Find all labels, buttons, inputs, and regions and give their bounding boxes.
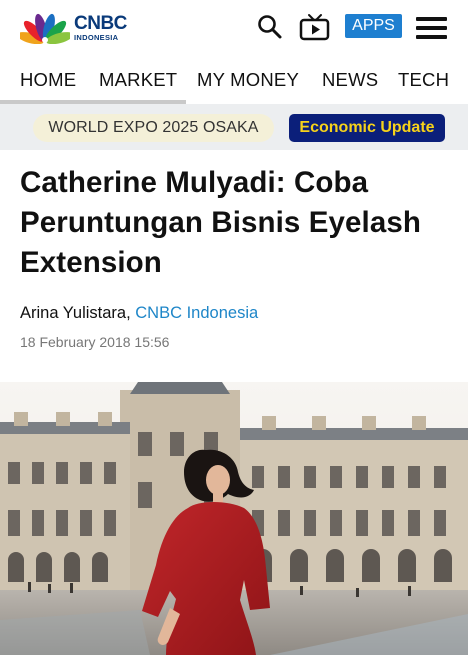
peacock-icon xyxy=(20,13,70,44)
article-byline: Arina Yulistara, CNBC Indonesia xyxy=(20,304,258,323)
source-link[interactable]: CNBC Indonesia xyxy=(135,304,258,322)
nav-item-home[interactable]: HOME xyxy=(20,69,76,91)
search-icon[interactable] xyxy=(257,14,283,40)
byline-separator: , xyxy=(126,304,136,322)
author-name: Arina Yulistara xyxy=(20,304,127,322)
article-hero-image xyxy=(0,382,468,655)
nav-item-my-money[interactable]: MY MONEY xyxy=(197,69,299,91)
menu-icon[interactable] xyxy=(416,17,448,41)
article-title: Catherine Mulyadi: Coba Peruntungan Bisn… xyxy=(20,166,421,279)
nav-item-tech[interactable]: TECH xyxy=(398,69,449,91)
tv-icon[interactable] xyxy=(299,13,331,41)
nav-item-news[interactable]: NEWS xyxy=(322,69,378,91)
topic-tag-bar: WORLD EXPO 2025 OSAKA Economic Update xyxy=(0,104,468,150)
apps-button[interactable]: APPS xyxy=(345,14,402,38)
brand-name: CNBC xyxy=(74,13,127,35)
tag-economic-update[interactable]: Economic Update xyxy=(289,114,445,142)
article-date: 18 February 2018 15:56 xyxy=(20,334,170,350)
cnbc-logo[interactable]: CNBC INDONESIA xyxy=(20,12,136,44)
brand-subtitle: INDONESIA xyxy=(74,33,119,43)
tag-world-expo[interactable]: WORLD EXPO 2025 OSAKA xyxy=(33,114,274,142)
top-header: CNBC INDONESIA APPS xyxy=(0,0,468,56)
main-nav: HOME MARKET MY MONEY NEWS TECH xyxy=(0,56,468,104)
nav-item-market[interactable]: MARKET xyxy=(99,69,177,91)
